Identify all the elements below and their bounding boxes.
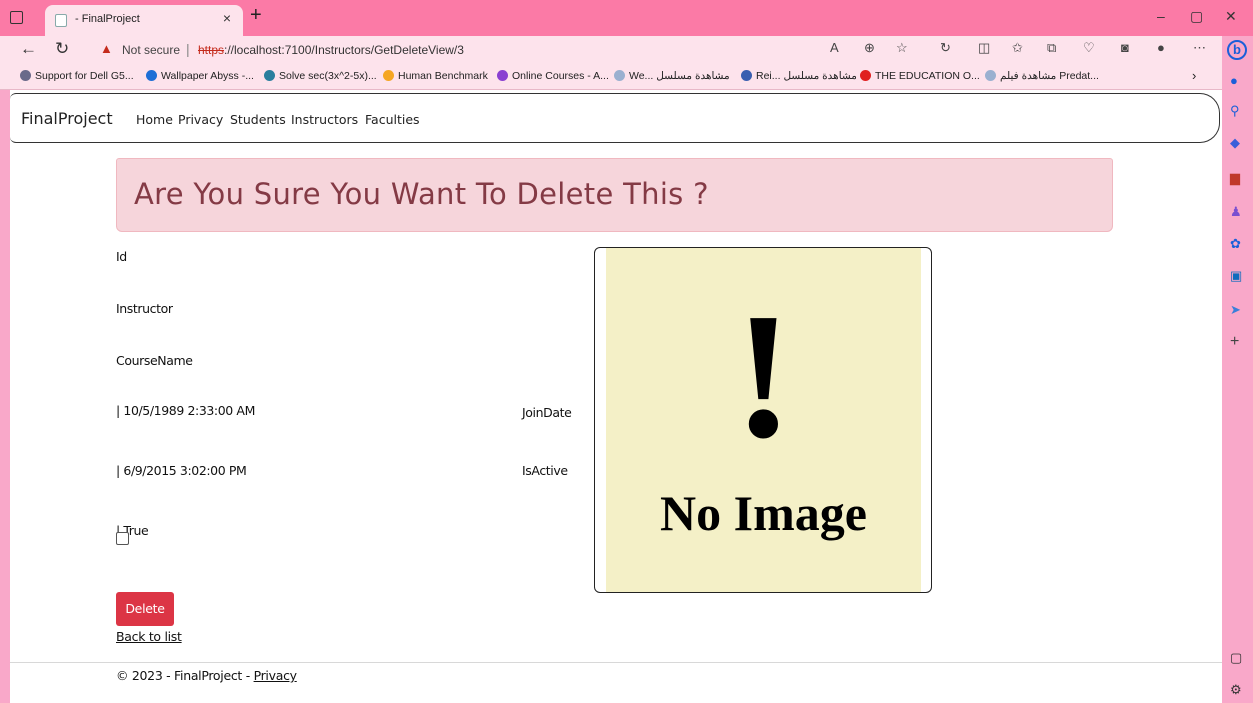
bookmark-item[interactable]: We... مشاهدة مسلسل <box>614 70 730 82</box>
outlook-icon[interactable]: ▣ <box>1230 268 1242 284</box>
footer-privacy-link[interactable]: Privacy <box>254 668 297 683</box>
bookmark-favicon-icon <box>741 70 752 81</box>
add-sidebar-app-icon[interactable]: + <box>1230 333 1239 351</box>
warning-icon: ▲ <box>100 41 113 56</box>
close-window-icon[interactable]: ✕ <box>1225 8 1237 25</box>
hide-sidebar-icon[interactable]: ▢ <box>1230 650 1242 666</box>
tab-title: - FinalProject <box>75 13 140 25</box>
back-icon[interactable]: ← <box>20 39 37 59</box>
url-separator: | <box>186 41 190 57</box>
url-scheme: https <box>198 43 225 57</box>
tools-icon[interactable]: ▆ <box>1230 170 1240 186</box>
bookmark-item[interactable]: Wallpaper Abyss -... <box>146 70 254 82</box>
favorite-star-icon[interactable]: ☆ <box>896 40 908 56</box>
bookmark-item[interactable]: Support for Dell G5... <box>20 70 134 82</box>
extension-icon[interactable]: ◙ <box>1121 40 1129 55</box>
tab-actions-icon[interactable] <box>10 11 23 24</box>
site-brand[interactable]: FinalProject <box>21 109 113 128</box>
bookmark-favicon-icon <box>264 70 275 81</box>
url-text: https://localhost:7100/Instructors/GetDe… <box>198 43 464 57</box>
instructor-label: Instructor <box>116 301 173 316</box>
office-icon[interactable]: ✿ <box>1230 236 1241 252</box>
no-image-caption: No Image <box>660 485 867 541</box>
page-favicon-icon <box>55 14 67 27</box>
id-label: Id <box>116 249 127 264</box>
back-to-list-link[interactable]: Back to list <box>116 629 182 644</box>
isactive-label: IsActive <box>522 463 568 478</box>
maximize-icon[interactable]: ▢ <box>1190 8 1203 25</box>
instructor-image: ! No Image <box>594 247 932 593</box>
bookmark-favicon-icon <box>146 70 157 81</box>
browser-tab[interactable]: - FinalProject × <box>45 5 243 36</box>
bookmark-item[interactable]: Solve sec(3x^2-5x)... <box>264 70 377 82</box>
read-aloud-icon[interactable]: A <box>830 40 839 55</box>
isactive-checkbox[interactable] <box>116 532 129 545</box>
search-icon[interactable]: ⚲ <box>1230 103 1240 119</box>
minimize-icon[interactable]: – <box>1157 8 1165 24</box>
collections-icon[interactable]: ⧉ <box>1047 40 1056 56</box>
edge-sidebar: b ● ⚲ ◆ ▆ ♟ ✿ ▣ ➤ + ▢ ⚙ <box>1222 36 1253 703</box>
browser-titlebar: - FinalProject × + – ▢ ✕ <box>0 0 1253 36</box>
bookmark-favicon-icon <box>614 70 625 81</box>
notifications-icon[interactable]: ● <box>1230 73 1238 88</box>
confirmation-heading: Are You Sure You Want To Delete This ? <box>134 177 709 211</box>
coursename-label: CourseName <box>116 353 193 368</box>
nav-link-privacy[interactable]: Privacy <box>178 112 223 127</box>
more-menu-icon[interactable]: ⋯ <box>1193 40 1206 56</box>
delete-button[interactable]: Delete <box>116 592 174 626</box>
url-path: ://localhost:7100/Instructors/GetDeleteV… <box>224 43 464 57</box>
split-screen-icon[interactable]: ◫ <box>978 40 990 56</box>
nav-link-faculties[interactable]: Faculties <box>365 112 420 127</box>
bookmark-item[interactable]: THE EDUCATION O... <box>860 70 980 82</box>
address-bar-row: ← ↻ ▲ Not secure | https://localhost:710… <box>0 36 1222 64</box>
bookmark-favicon-icon <box>860 70 871 81</box>
isactive-value: | 6/9/2015 3:02:00 PM <box>116 463 247 478</box>
copilot-icon[interactable]: b <box>1227 40 1247 60</box>
favorites-icon[interactable]: ✩ <box>1012 40 1023 56</box>
bookmark-item[interactable]: Rei... مشاهدة مسلسل <box>741 70 857 82</box>
tab-close-icon[interactable]: × <box>223 10 231 26</box>
profile-icon[interactable]: ● <box>1157 40 1165 55</box>
bookmarks-bar: Support for Dell G5... Wallpaper Abyss -… <box>0 64 1222 90</box>
games-icon[interactable]: ♟ <box>1230 204 1242 220</box>
bookmark-favicon-icon <box>497 70 508 81</box>
nav-link-students[interactable]: Students <box>230 112 286 127</box>
nav-link-home[interactable]: Home <box>136 112 173 127</box>
delete-confirmation-banner: Are You Sure You Want To Delete This ? <box>116 158 1113 232</box>
joindate-value: | 10/5/1989 2:33:00 AM <box>116 403 255 418</box>
footer: © 2023 - FinalProject - Privacy <box>116 668 297 683</box>
joindate-label: JoinDate <box>522 405 572 420</box>
more-bookmarks-icon[interactable]: › <box>1192 68 1196 83</box>
footer-divider <box>10 662 1222 663</box>
zoom-icon[interactable]: ⊕ <box>864 40 875 56</box>
nav-link-instructors[interactable]: Instructors <box>291 112 358 127</box>
bookmark-favicon-icon <box>20 70 31 81</box>
settings-gear-icon[interactable]: ⚙ <box>1230 682 1242 698</box>
send-icon[interactable]: ➤ <box>1230 302 1241 318</box>
bookmark-item[interactable]: Online Courses - A... <box>497 70 609 82</box>
not-secure-label: Not secure <box>122 43 181 57</box>
exclamation-icon: ! <box>733 276 794 475</box>
bookmark-favicon-icon <box>383 70 394 81</box>
performance-icon[interactable]: ♡ <box>1083 40 1095 56</box>
footer-copyright: © 2023 - FinalProject - <box>116 668 254 683</box>
shopping-icon[interactable]: ◆ <box>1230 135 1240 151</box>
bookmark-item[interactable]: مشاهدة فيلم Predat... <box>985 70 1099 82</box>
bookmark-item[interactable]: Human Benchmark <box>383 70 488 82</box>
url-field[interactable]: ▲ Not secure | https://localhost:7100/In… <box>86 39 916 61</box>
page-content: FinalProject Home Privacy Students Instr… <box>10 90 1222 703</box>
new-tab-icon[interactable]: + <box>250 4 262 27</box>
refresh-extension-icon[interactable]: ↻ <box>940 40 951 56</box>
bookmark-favicon-icon <box>985 70 996 81</box>
refresh-icon[interactable]: ↻ <box>55 39 69 59</box>
site-navbar: FinalProject Home Privacy Students Instr… <box>10 93 1220 143</box>
no-image-placeholder: ! No Image <box>606 248 921 592</box>
